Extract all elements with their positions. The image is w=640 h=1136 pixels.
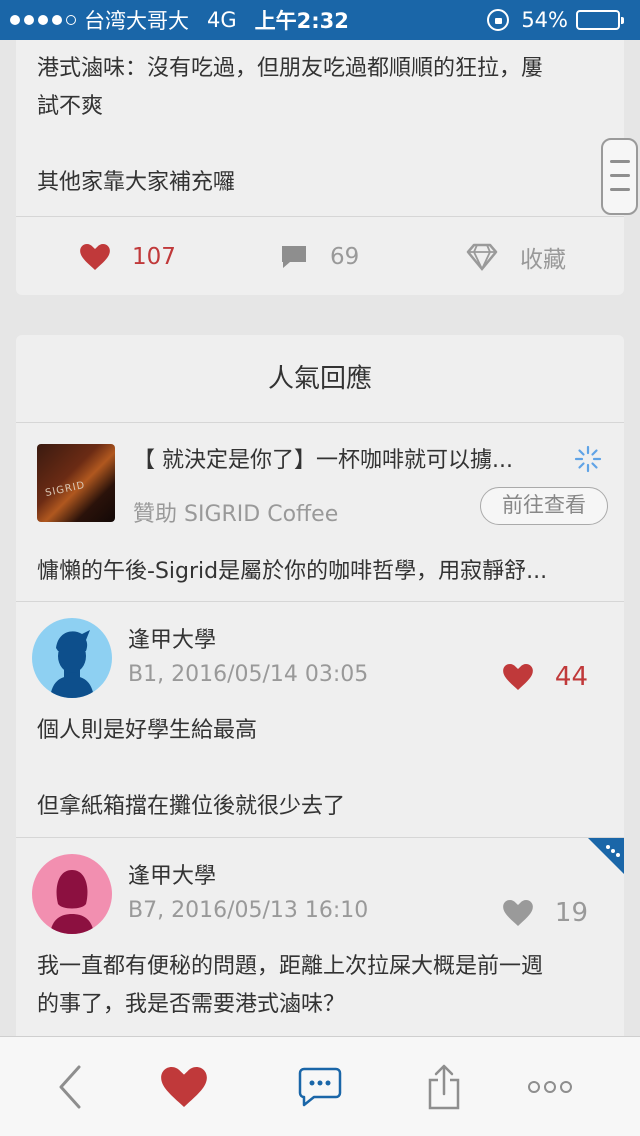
post-action-bar: 107 69 收藏 <box>16 216 624 295</box>
avatar[interactable] <box>32 618 112 698</box>
battery-percent: 54% <box>521 8 568 32</box>
comment-line: 的事了，我是否需要港式滷味？ <box>37 992 346 1017</box>
sparkle-icon <box>574 445 602 473</box>
collect-button[interactable]: 收藏 <box>466 217 566 296</box>
section-title: 人氣回應 <box>16 335 624 423</box>
more-icon <box>528 1081 572 1093</box>
ad-sponsor: 贊助 SIGRID Coffee <box>133 502 339 527</box>
like-count: 107 <box>132 243 176 270</box>
share-icon <box>428 1064 460 1110</box>
back-icon <box>59 1065 81 1109</box>
comment-body: 個人則是好學生給最高 但拿紙箱擋在攤位後就很少去了 <box>37 712 597 826</box>
comment-line: 但拿紙箱擋在攤位後就很少去了 <box>37 794 346 819</box>
diamond-icon <box>466 243 498 271</box>
signal-strength-icon <box>10 15 80 25</box>
comment-author[interactable]: 逢甲大學 <box>128 622 216 654</box>
comment-like-button[interactable]: 19 <box>503 898 588 928</box>
post-text-line: 試不爽 <box>37 94 104 119</box>
view-ad-button[interactable]: 前往查看 <box>480 487 608 525</box>
battery-icon <box>576 10 624 30</box>
ad-thumbnail[interactable]: SIGRID <box>37 444 115 522</box>
comment-icon <box>298 1067 342 1107</box>
comment-author[interactable]: 逢甲大學 <box>128 858 216 890</box>
heart-icon <box>503 664 533 690</box>
status-time: 上午2:32 <box>254 9 349 33</box>
carrier-name: 台湾大哥大 <box>84 9 189 33</box>
heart-icon <box>80 243 110 270</box>
share-button[interactable] <box>404 1037 484 1136</box>
ad-title[interactable]: 【 就決定是你了】一杯咖啡就可以擄... <box>133 442 513 474</box>
comment-like-button[interactable]: 44 <box>503 662 588 692</box>
comment-icon <box>282 245 306 268</box>
avatar[interactable] <box>32 854 112 934</box>
comment-meta: B1, 2016/05/14 03:05 <box>128 662 369 687</box>
rotation-lock-icon <box>487 9 510 31</box>
comment-item: 逢甲大學 B1, 2016/05/14 03:05 44 個人則是好學生給最高 … <box>16 601 624 837</box>
female-avatar-icon <box>32 854 112 934</box>
comment-line: 我一直都有便秘的問題，距離上次拉屎大概是前一週 <box>37 954 544 979</box>
like-button[interactable]: 107 <box>80 217 176 296</box>
popular-comments-card: 人氣回應 SIGRID 【 就決定是你了】一杯咖啡就可以擄... 贊助 SIGR… <box>16 335 624 1136</box>
heart-icon <box>503 900 533 926</box>
collect-label: 收藏 <box>520 246 566 273</box>
corner-menu-icon[interactable] <box>588 838 624 874</box>
comment-button[interactable]: 69 <box>280 217 359 296</box>
like-button[interactable] <box>144 1037 224 1136</box>
network-type: 4G <box>207 8 237 32</box>
back-button[interactable] <box>30 1037 110 1136</box>
comment-like-count: 19 <box>554 898 588 928</box>
comment-count: 69 <box>330 243 360 270</box>
post-card: 港式滷味：沒有吃過，但朋友吃過都順順的狂拉，屢 試不爽 其他家靠大家補充囉 10… <box>16 40 624 295</box>
scroll-handle[interactable] <box>601 138 638 215</box>
ad-thumbnail-text: SIGRID <box>44 479 87 500</box>
heart-icon <box>161 1067 207 1107</box>
comment-like-count: 44 <box>554 662 588 692</box>
ad-description[interactable]: 慵懶的午後-Sigrid是屬於你的咖啡哲學，用寂靜舒... <box>37 553 607 585</box>
comment-body: 我一直都有便秘的問題，距離上次拉屎大概是前一週 的事了，我是否需要港式滷味？ <box>37 948 597 1024</box>
bottom-toolbar <box>0 1036 640 1136</box>
more-button[interactable] <box>510 1037 590 1136</box>
comment-button[interactable] <box>280 1037 360 1136</box>
comment-meta: B7, 2016/05/13 16:10 <box>128 898 369 923</box>
comment-line: 個人則是好學生給最高 <box>37 718 258 743</box>
male-avatar-icon <box>32 618 112 698</box>
post-text-line: 港式滷味：沒有吃過，但朋友吃過都順順的狂拉，屢 <box>37 56 544 81</box>
status-bar: 台湾大哥大 4G 上午2:32 54% <box>0 0 640 40</box>
post-text-line: 其他家靠大家補充囉 <box>37 170 236 195</box>
